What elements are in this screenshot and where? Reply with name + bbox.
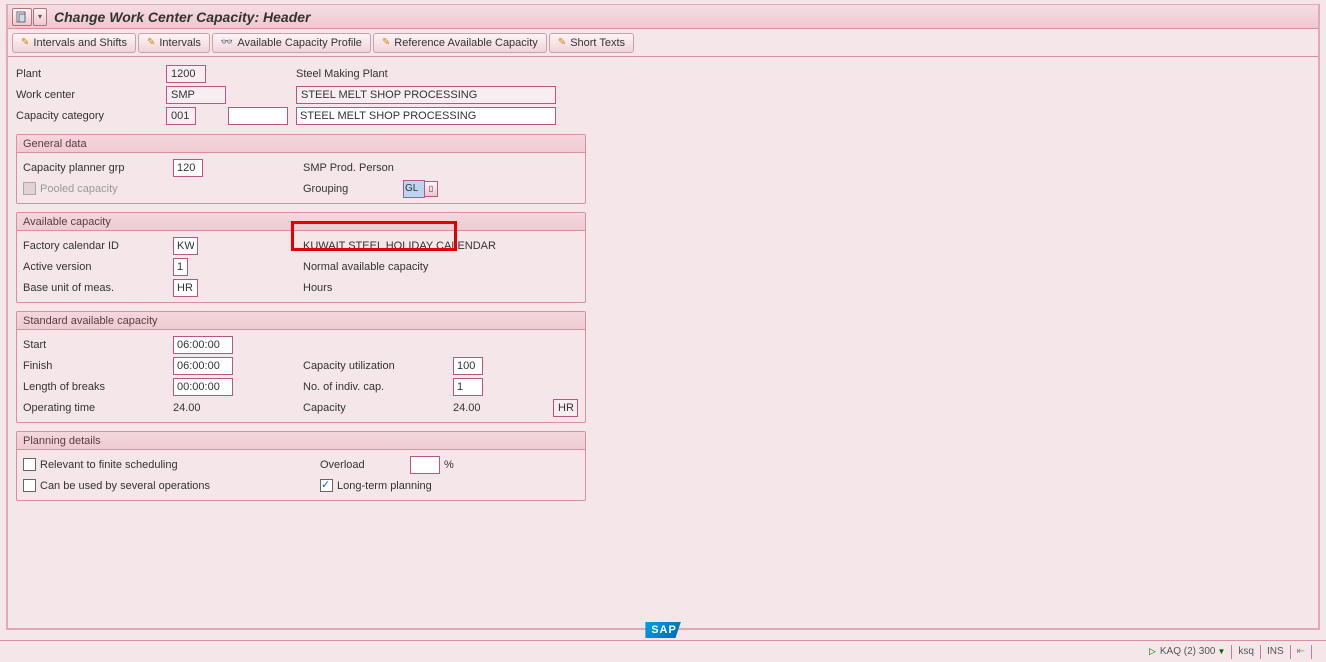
sap-logo: SAP <box>645 622 681 638</box>
planning-details-group: Planning details Relevant to finite sche… <box>16 431 586 501</box>
factory-calendar-label: Factory calendar ID <box>23 240 173 252</box>
work-center-label: Work center <box>16 89 166 101</box>
status-bar: ▷ KAQ (2) 300 ▼ ksq INS ⇤ <box>0 640 1326 662</box>
operating-time-label: Operating time <box>23 402 173 414</box>
plant-text: Steel Making Plant <box>296 68 388 80</box>
plant-label: Plant <box>16 68 166 80</box>
no-of-indiv-cap-input[interactable] <box>453 378 483 396</box>
capacity-planner-grp-label: Capacity planner grp <box>23 162 173 174</box>
general-data-group: General data Capacity planner grp SMP Pr… <box>16 134 586 204</box>
status-dropdown-icon[interactable]: ▼ <box>1217 647 1225 656</box>
status-user: ksq <box>1238 646 1254 657</box>
intervals-shifts-button[interactable]: ✎ Intervals and Shifts <box>12 33 136 53</box>
intervals-button[interactable]: ✎ Intervals <box>138 33 210 53</box>
overload-suffix: % <box>444 459 454 471</box>
sap-logo-text: SAP <box>645 622 681 638</box>
plant-value: 1200 <box>166 65 206 83</box>
available-capacity-profile-button[interactable]: 👓 Available Capacity Profile <box>212 33 371 53</box>
standard-capacity-group: Standard available capacity Start Finish… <box>16 311 586 423</box>
intervals-shifts-label: Intervals and Shifts <box>33 37 127 49</box>
pooled-capacity-checkbox <box>23 182 36 195</box>
long-term-planning-label: Long-term planning <box>337 480 432 492</box>
start-input[interactable] <box>173 336 233 354</box>
capacity-utilization-input[interactable] <box>453 357 483 375</box>
title-icon-button-1[interactable] <box>12 8 32 26</box>
title-bar: ▾ Change Work Center Capacity: Header <box>8 5 1318 29</box>
long-term-planning-checkbox[interactable] <box>320 479 333 492</box>
capacity-value: 24.00 <box>453 402 523 414</box>
avail-profile-label: Available Capacity Profile <box>237 37 362 49</box>
length-of-breaks-input[interactable] <box>173 378 233 396</box>
glasses-icon: 👓 <box>221 37 233 48</box>
content-area: Plant 1200 Steel Making Plant Work cente… <box>8 57 1318 507</box>
available-capacity-title: Available capacity <box>17 213 585 231</box>
ref-avail-label: Reference Available Capacity <box>394 37 538 49</box>
status-indicator-icon: ▷ <box>1149 646 1156 657</box>
page-title: Change Work Center Capacity: Header <box>54 9 310 25</box>
general-data-title: General data <box>17 135 585 153</box>
active-version-text: Normal available capacity <box>303 261 428 273</box>
grouping-label: Grouping <box>303 183 403 195</box>
several-operations-checkbox[interactable] <box>23 479 36 492</box>
pencil-icon: ✎ <box>21 37 29 48</box>
short-texts-button[interactable]: ✎ Short Texts <box>549 33 634 53</box>
active-version-input[interactable] <box>173 258 188 276</box>
capacity-category-value: 001 <box>166 107 196 125</box>
capacity-unit: HR <box>553 399 578 417</box>
status-system: KAQ (2) 300 <box>1160 646 1216 657</box>
capacity-planner-grp-input[interactable] <box>173 159 203 177</box>
capacity-utilization-label: Capacity utilization <box>303 360 453 372</box>
search-help-icon: ▯ <box>429 184 433 193</box>
several-operations-label: Can be used by several operations <box>40 480 320 492</box>
capacity-label: Capacity <box>303 402 453 414</box>
base-uom-label: Base unit of meas. <box>23 282 173 294</box>
standard-capacity-title: Standard available capacity <box>17 312 585 330</box>
available-capacity-group: Available capacity Factory calendar ID K… <box>16 212 586 303</box>
capacity-category-text-input[interactable] <box>296 107 556 125</box>
capacity-category-label: Capacity category <box>16 110 166 122</box>
finite-scheduling-label: Relevant to finite scheduling <box>40 459 320 471</box>
capacity-category-extra-input[interactable] <box>228 107 288 125</box>
work-center-text: STEEL MELT SHOP PROCESSING <box>296 86 556 104</box>
capacity-planner-grp-text: SMP Prod. Person <box>303 162 394 174</box>
title-dropdown-button[interactable]: ▾ <box>33 8 47 26</box>
grouping-input[interactable] <box>403 180 425 198</box>
length-of-breaks-label: Length of breaks <box>23 381 173 393</box>
status-mode: INS <box>1267 646 1284 657</box>
work-center-value: SMP <box>166 86 226 104</box>
no-of-indiv-cap-label: No. of indiv. cap. <box>303 381 453 393</box>
start-label: Start <box>23 339 173 351</box>
factory-calendar-input[interactable] <box>173 237 198 255</box>
reference-available-capacity-button[interactable]: ✎ Reference Available Capacity <box>373 33 547 53</box>
finite-scheduling-checkbox[interactable] <box>23 458 36 471</box>
pooled-capacity-label: Pooled capacity <box>40 183 118 195</box>
finish-input[interactable] <box>173 357 233 375</box>
factory-calendar-text: KUWAIT STEEL HOLIDAY CALENDAR <box>303 240 496 252</box>
overload-input[interactable] <box>410 456 440 474</box>
operating-time-value: 24.00 <box>173 402 233 414</box>
intervals-label: Intervals <box>159 37 201 49</box>
base-uom-text: Hours <box>303 282 332 294</box>
status-layout-icon[interactable]: ⇤ <box>1297 646 1305 657</box>
overload-label: Overload <box>320 459 410 471</box>
pencil-icon: ✎ <box>147 37 155 48</box>
page-icon <box>16 11 28 23</box>
planning-details-title: Planning details <box>17 432 585 450</box>
active-version-label: Active version <box>23 261 173 273</box>
dropdown-arrow-icon: ▾ <box>38 12 42 21</box>
pencil-icon: ✎ <box>558 37 566 48</box>
pencil-icon: ✎ <box>382 37 390 48</box>
grouping-f4-help-button[interactable]: ▯ <box>424 181 438 197</box>
app-window: ▾ Change Work Center Capacity: Header ✎ I… <box>6 4 1320 630</box>
finish-label: Finish <box>23 360 173 372</box>
short-texts-label: Short Texts <box>570 37 625 49</box>
toolbar: ✎ Intervals and Shifts ✎ Intervals 👓 Availa… <box>8 29 1318 57</box>
base-uom-input[interactable] <box>173 279 198 297</box>
